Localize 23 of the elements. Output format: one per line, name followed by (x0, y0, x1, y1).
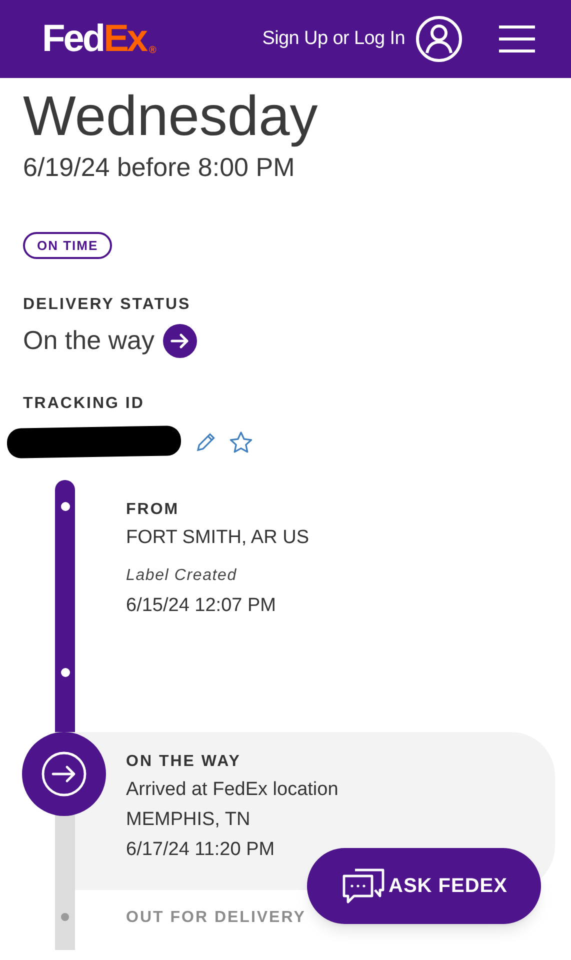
step-title: ON THE WAY (126, 752, 242, 772)
step-title: FROM (126, 500, 180, 520)
step-text: MEMPHIS, TN (126, 808, 252, 832)
ask-fedex-button[interactable]: ASK FEDEX (307, 848, 541, 924)
step-text: 6/17/24 11:20 PM (126, 838, 276, 862)
section-label: TRACKING ID (23, 394, 146, 414)
status-badge: ON TIME (23, 232, 112, 259)
step-text: Arrived at FedEx location (126, 778, 340, 802)
chat-icon (340, 866, 387, 906)
menu-icon[interactable] (499, 25, 535, 53)
step-title: OUT FOR DELIVERY (126, 908, 307, 928)
star-icon[interactable] (229, 430, 253, 454)
step-note: Label Created (126, 566, 238, 586)
account-icon[interactable] (415, 15, 463, 63)
pencil-icon[interactable] (195, 431, 217, 453)
step-time: 6/15/24 12:07 PM (126, 594, 277, 618)
section-label: DELIVERY STATUS (23, 295, 192, 315)
delivery-date: 6/19/24 before 8:00 PM (23, 151, 296, 184)
fedex-logo[interactable]: FedEx® (42, 20, 156, 58)
delivery-day: Wednesday (23, 84, 571, 148)
status-value: On the way (23, 324, 155, 357)
sign-in-link[interactable]: Sign Up or Log In (262, 24, 405, 54)
step-text: FORT SMITH, AR US (126, 526, 310, 550)
